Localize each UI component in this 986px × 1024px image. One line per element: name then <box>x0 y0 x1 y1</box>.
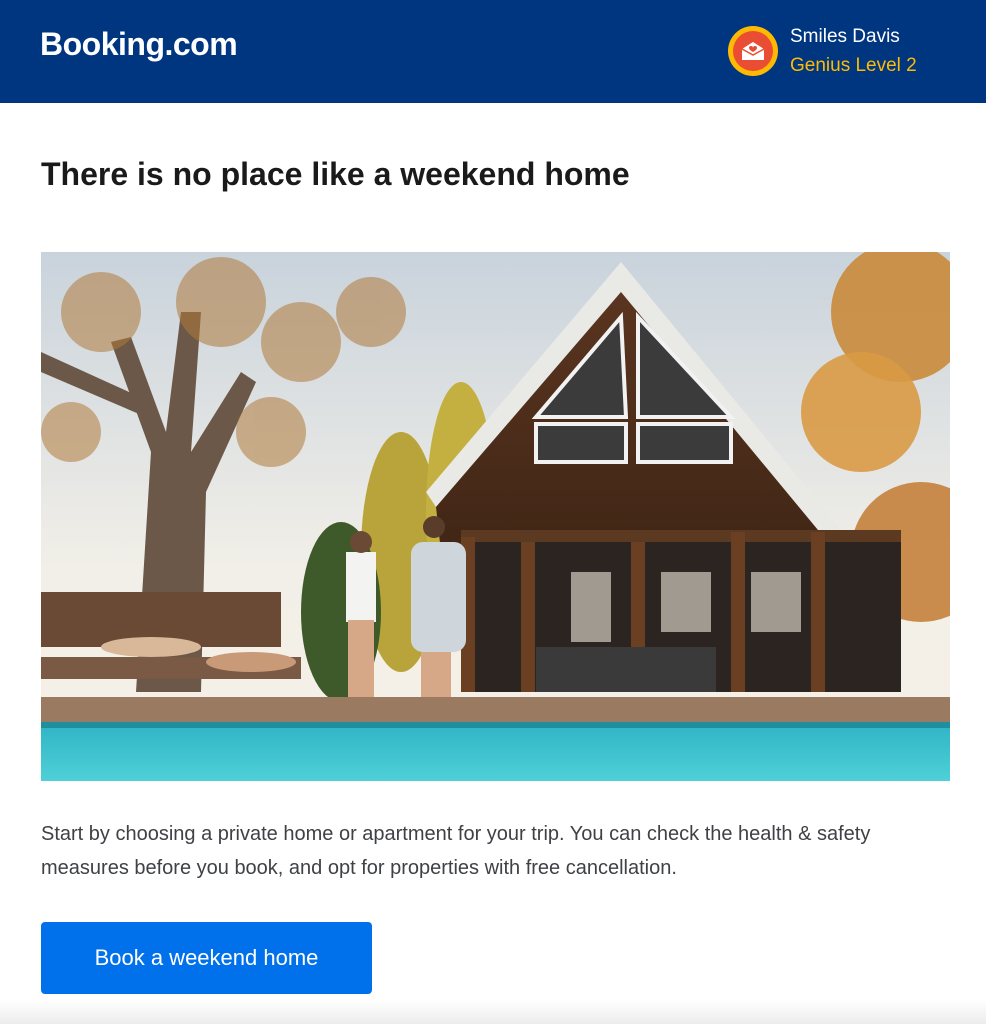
genius-envelope-icon <box>733 31 773 71</box>
user-name: Smiles Davis <box>790 26 900 47</box>
genius-level: Genius Level 2 <box>790 55 917 76</box>
body-text: Start by choosing a private home or apar… <box>41 823 871 879</box>
genius-avatar <box>728 26 778 76</box>
page-title: There is no place like a weekend home <box>41 156 630 192</box>
weekend-house-pool-photo <box>41 252 950 781</box>
hero-image <box>41 252 950 781</box>
booking-logo[interactable]: Booking.com <box>40 26 238 63</box>
book-weekend-home-button[interactable]: Book a weekend home <box>41 922 372 994</box>
email-header: Booking.com Smiles Davis Genius Level 2 <box>0 0 986 103</box>
footer-divider <box>0 1000 986 1024</box>
